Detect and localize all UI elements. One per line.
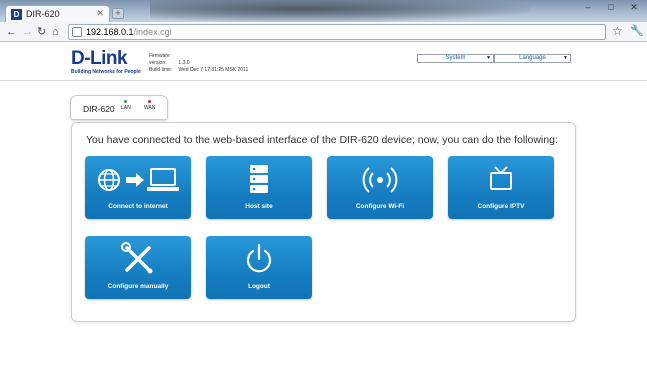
page-icon <box>72 27 82 37</box>
router-header: D-Link Building Networks for People Firm… <box>0 43 647 81</box>
tile-label: Configure IPTV <box>477 203 525 210</box>
tile-label: Logout <box>247 283 271 290</box>
build-value: Wed Dec 7 17:31:25 MSK 2011 <box>178 67 249 73</box>
wan-indicator: WAN <box>144 100 155 111</box>
device-name: DIR-620 <box>83 104 115 114</box>
configure-iptv-tile[interactable]: Configure IPTV <box>448 156 554 219</box>
dlink-logo: D-Link Building Networks for People <box>71 49 141 75</box>
build-label: Build time: <box>149 67 173 73</box>
tile-label: Configure manually <box>107 283 169 290</box>
connect-internet-tile[interactable]: Connect to internet <box>85 156 191 219</box>
wan-status-dot <box>148 100 152 103</box>
tile-label: Connect to internet <box>108 203 168 210</box>
theme-artwork <box>150 0 530 22</box>
firmware-info: Firmware version: 1.3.0 Build time: Wed … <box>149 53 248 74</box>
configure-wifi-tile[interactable]: Configure Wi-Fi <box>327 156 433 219</box>
wrench-menu-icon[interactable]: 🔧 <box>630 24 644 37</box>
minimize-icon[interactable]: – <box>579 1 597 13</box>
configure-manually-tile[interactable]: Configure manually <box>85 236 191 299</box>
url-path: /index.cgi <box>133 27 172 37</box>
language-menu[interactable]: Language ▼ <box>494 54 571 63</box>
browser-tab[interactable]: D DIR-620 ✕ <box>5 5 110 22</box>
chevron-down-icon: ▼ <box>563 55 568 61</box>
language-menu-label: Language <box>519 55 546 61</box>
tab-title: DIR-620 <box>26 9 60 19</box>
tile-label: Configure Wi-Fi <box>355 203 405 210</box>
maximize-icon[interactable]: □ <box>602 1 620 13</box>
home-icon[interactable]: ⌂ <box>52 25 59 39</box>
window-controls: – □ ✕ <box>579 1 643 13</box>
reload-icon[interactable]: ↻ <box>37 25 46 39</box>
lan-indicator: LAN <box>121 100 131 111</box>
logo-tagline: Building Networks for People <box>71 69 141 75</box>
system-menu-label: System <box>445 55 466 61</box>
back-arrow-icon[interactable]: ← <box>6 25 17 39</box>
host-site-tile[interactable]: Host site <box>206 156 312 219</box>
dlink-favicon-icon: D <box>11 9 22 20</box>
url-text: 192.168.0.1/index.cgi <box>86 27 172 37</box>
firmware-label: Firmware version: <box>149 53 170 66</box>
system-menu[interactable]: System ▼ <box>417 54 494 63</box>
browser-titlebar: D DIR-620 ✕ + – □ ✕ <box>0 0 647 22</box>
bookmark-star-icon[interactable]: ☆ <box>612 24 623 38</box>
browser-toolbar: ← → ↻ ⌂ 192.168.0.1/index.cgi ☆ 🔧 <box>0 22 647 42</box>
address-bar[interactable]: 192.168.0.1/index.cgi <box>68 24 606 40</box>
url-host: 192.168.0.1 <box>86 27 134 37</box>
wan-label: WAN <box>144 105 156 111</box>
intro-text: You have connected to the web-based inte… <box>86 134 558 146</box>
lan-label: LAN <box>121 105 131 111</box>
tab-close-icon[interactable]: ✕ <box>96 8 104 19</box>
close-window-icon[interactable]: ✕ <box>625 1 643 13</box>
new-tab-button[interactable]: + <box>112 8 124 19</box>
chevron-down-icon: ▼ <box>486 55 491 61</box>
firmware-value: 1.3.0 <box>178 60 190 66</box>
tile-label: Host site <box>245 203 273 210</box>
lan-status-dot <box>124 100 128 103</box>
forward-arrow-icon[interactable]: → <box>22 25 33 39</box>
logout-tile[interactable]: Logout <box>206 236 312 299</box>
logo-wordmark: D-Link <box>71 48 128 69</box>
